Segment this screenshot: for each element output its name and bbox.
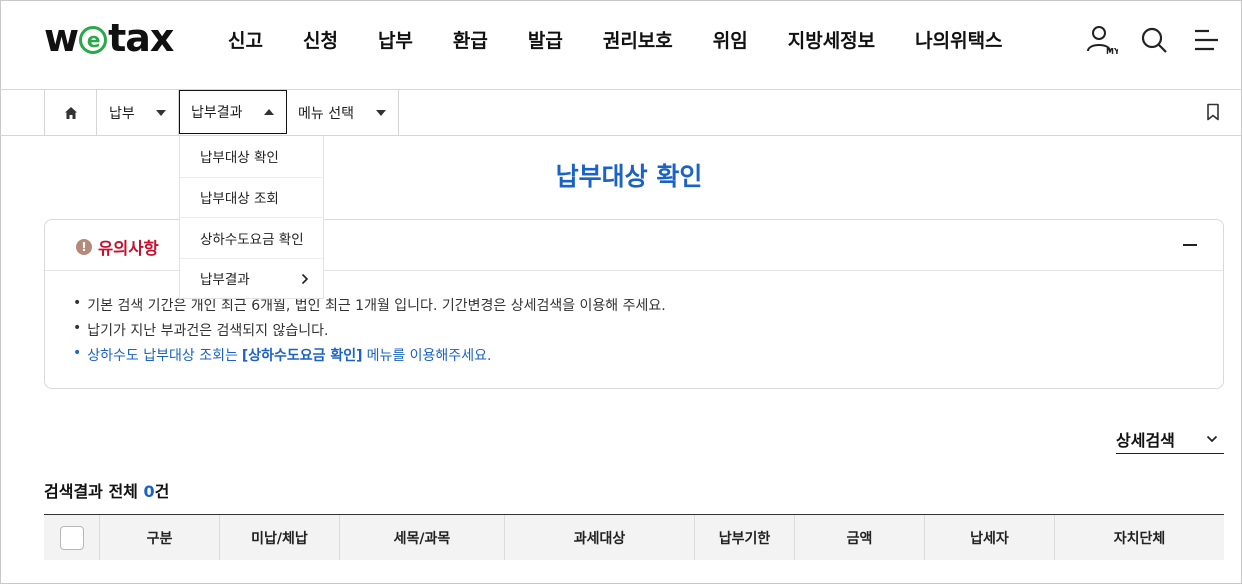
breadcrumb-level2[interactable]: 납부결과	[179, 90, 287, 134]
notice-title: ! 유의사항	[76, 235, 159, 259]
breadcrumb-level3[interactable]: 메뉴 선택	[287, 90, 399, 135]
gnb-item-localtax-info[interactable]: 지방세정보	[788, 26, 875, 53]
notice-line-text: 납기가 지난 부과건은 검색되지 않습니다.	[87, 323, 329, 339]
user-my-icon[interactable]: MY	[1086, 24, 1118, 56]
gnb-item-my-wetax[interactable]: 나의위택스	[915, 26, 1002, 53]
dropdown-item-payment-target-inquiry[interactable]: 납부대상 조회	[180, 176, 323, 218]
table-header-select	[44, 515, 100, 560]
logo-text-w: w	[44, 16, 79, 60]
table-header-cell[interactable]: 금액	[795, 515, 925, 560]
table-header-cell[interactable]: 납세자	[925, 515, 1055, 560]
my-label: MY	[1106, 47, 1118, 56]
dropdown-item-water-fee-check[interactable]: 상하수도요금 확인	[180, 217, 323, 258]
table-header-cell[interactable]: 미납/체납	[220, 515, 340, 560]
search-icon[interactable]	[1138, 24, 1170, 56]
notice-line: • 납기가 지난 부과건은 검색되지 않습니다.	[73, 320, 1223, 345]
table-header-cell[interactable]: 과세대상	[505, 515, 695, 560]
gnb-item-report[interactable]: 신고	[228, 26, 263, 53]
chevron-right-icon	[301, 273, 309, 284]
gnb-item-payment[interactable]: 납부	[378, 26, 413, 53]
global-nav: 신고 신청 납부 환급 발급 권리보호 위임 지방세정보 나의위택스	[208, 26, 1023, 53]
home-icon	[64, 106, 77, 119]
result-count-unit: 건	[154, 482, 170, 501]
logo-text-e: e	[79, 26, 108, 54]
result-count: 검색결과 전체 0건	[44, 478, 169, 502]
menu-icon[interactable]	[1190, 24, 1222, 56]
water-fee-link[interactable]: [상하수도요금 확인]	[242, 345, 363, 365]
table-header-cell[interactable]: 납부기한	[695, 515, 795, 560]
caret-down-icon	[156, 109, 166, 116]
dropdown-item-label: 납부대상 확인	[200, 150, 279, 167]
notice-title-label: 유의사항	[98, 239, 159, 258]
chevron-down-icon	[1206, 435, 1218, 442]
dropdown-item-payment-result[interactable]: 납부결과	[180, 257, 323, 299]
table-header-cell[interactable]: 세목/과목	[340, 515, 505, 560]
notice-line-text: 기본 검색 기간은 개인 최근 6개월, 법인 최근 1개월 입니다. 기간변경…	[87, 298, 666, 314]
logo-text-tax: tax	[108, 16, 174, 60]
bullet: •	[73, 320, 82, 336]
breadcrumb-dropdown: 납부대상 확인 납부대상 조회 상하수도요금 확인 납부결과	[179, 136, 324, 299]
breadcrumb-level1-label: 납부	[109, 105, 135, 122]
result-count-label: 검색결과 전체	[44, 482, 138, 501]
gnb-item-issue[interactable]: 발급	[528, 26, 563, 53]
detail-search-label: 상세검색	[1116, 430, 1175, 450]
breadcrumb-home[interactable]	[44, 90, 97, 135]
result-count-number: 0	[143, 482, 155, 501]
header-icons: MY	[1086, 24, 1222, 56]
notice-line-text: 메뉴를 이용해주세요.	[366, 348, 492, 364]
breadcrumb-level1[interactable]: 납부	[97, 90, 179, 135]
gnb-item-refund[interactable]: 환급	[453, 26, 488, 53]
table-header-cell[interactable]: 구분	[100, 515, 220, 560]
notice-line-text: 상하수도 납부대상 조회는	[87, 348, 238, 364]
warning-icon: !	[76, 239, 92, 255]
caret-down-icon	[376, 109, 386, 116]
dropdown-item-label: 납부대상 조회	[200, 191, 279, 208]
site-header: w e tax 신고 신청 납부 환급 발급 권리보호 위임 지방세정보 나의위…	[0, 0, 1242, 90]
breadcrumb-level3-label: 메뉴 선택	[298, 105, 354, 122]
bullet: •	[73, 345, 82, 361]
bullet: •	[73, 295, 82, 311]
select-all-checkbox[interactable]	[59, 525, 84, 550]
dropdown-item-label: 납부결과	[200, 272, 250, 289]
collapse-icon[interactable]	[1183, 244, 1197, 246]
breadcrumb-level2-label: 납부결과	[191, 105, 243, 121]
breadcrumb: 납부 납부결과 메뉴 선택	[0, 90, 1242, 136]
dropdown-item-payment-target-check[interactable]: 납부대상 확인	[180, 136, 323, 177]
notice-line: • 상하수도 납부대상 조회는 [상하수도요금 확인] 메뉴를 이용해주세요.	[73, 345, 1223, 370]
caret-up-icon	[264, 109, 274, 115]
table-header-cell[interactable]: 자치단체	[1055, 515, 1224, 560]
bookmark-icon[interactable]	[1206, 103, 1220, 125]
gnb-item-delegate[interactable]: 위임	[713, 26, 748, 53]
results-table-header: 구분 미납/체납 세목/과목 과세대상 납부기한 금액 납세자 자치단체	[44, 514, 1224, 560]
gnb-item-apply[interactable]: 신청	[303, 26, 338, 53]
wetax-logo[interactable]: w e tax	[44, 16, 174, 60]
gnb-item-rights[interactable]: 권리보호	[603, 26, 673, 53]
dropdown-item-label: 상하수도요금 확인	[200, 231, 304, 248]
detail-search-toggle[interactable]: 상세검색	[1116, 424, 1224, 454]
